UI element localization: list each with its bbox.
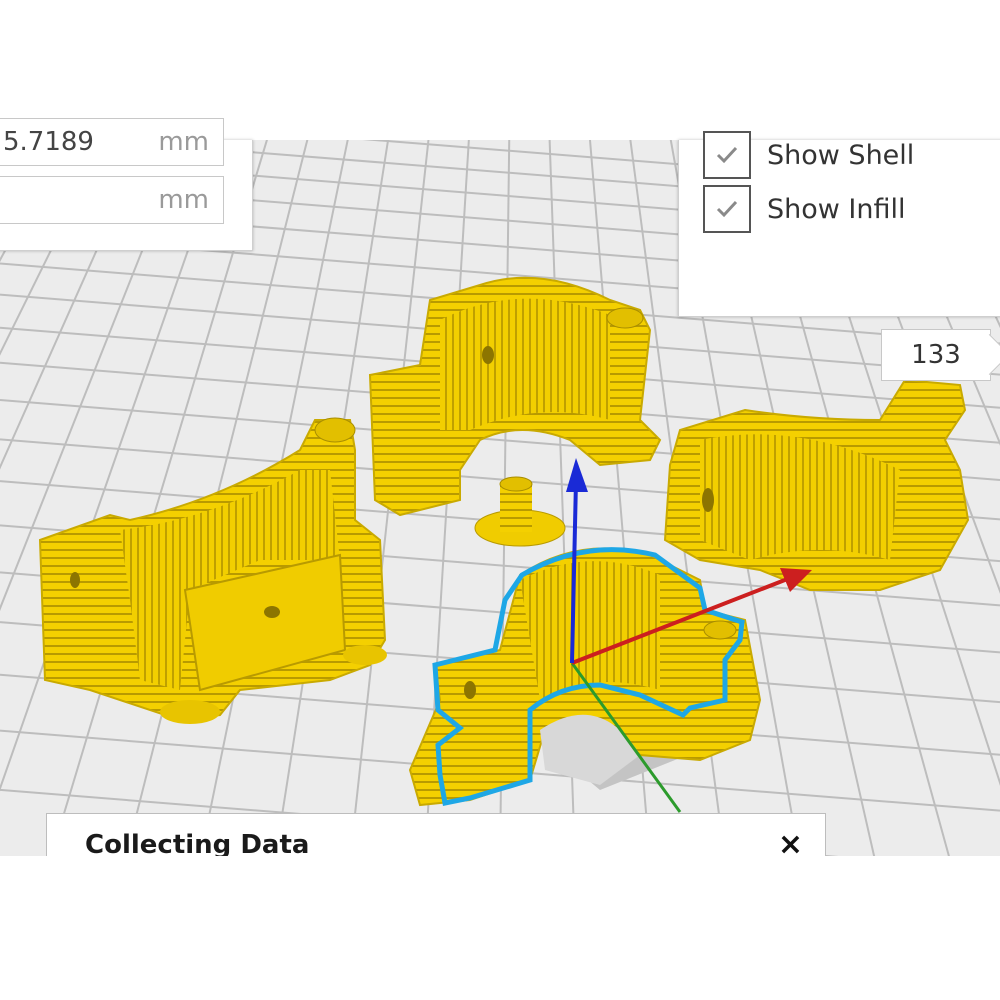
model-dimensions-panel: 5.7189 mm mm [0,118,253,251]
check-icon [716,200,738,218]
show-infill-option[interactable]: Show Infill [703,184,906,234]
dimension-field-1[interactable]: 5.7189 mm [0,118,224,166]
show-shell-option[interactable]: Show Shell [703,130,914,180]
layer-number-badge[interactable]: 133 [881,329,991,381]
show-infill-checkbox[interactable] [703,185,751,233]
cura-viewport-stage: 5.7189 mm mm Show Shell Show Infill 133 … [0,0,1000,1000]
dimension-field-2[interactable]: mm [0,176,224,224]
show-shell-checkbox[interactable] [703,131,751,179]
dimension-field-1-unit: mm [158,127,209,157]
show-shell-label: Show Shell [767,139,915,171]
dimension-field-2-unit: mm [158,185,209,215]
check-icon [716,146,738,164]
dimension-field-1-value[interactable]: 5.7189 [3,127,94,157]
layer-number-value[interactable]: 133 [911,340,961,370]
letterbox-bottom [0,856,1000,1000]
view-options-panel: Show Shell Show Infill [678,131,1000,317]
show-infill-label: Show Infill [767,193,906,225]
